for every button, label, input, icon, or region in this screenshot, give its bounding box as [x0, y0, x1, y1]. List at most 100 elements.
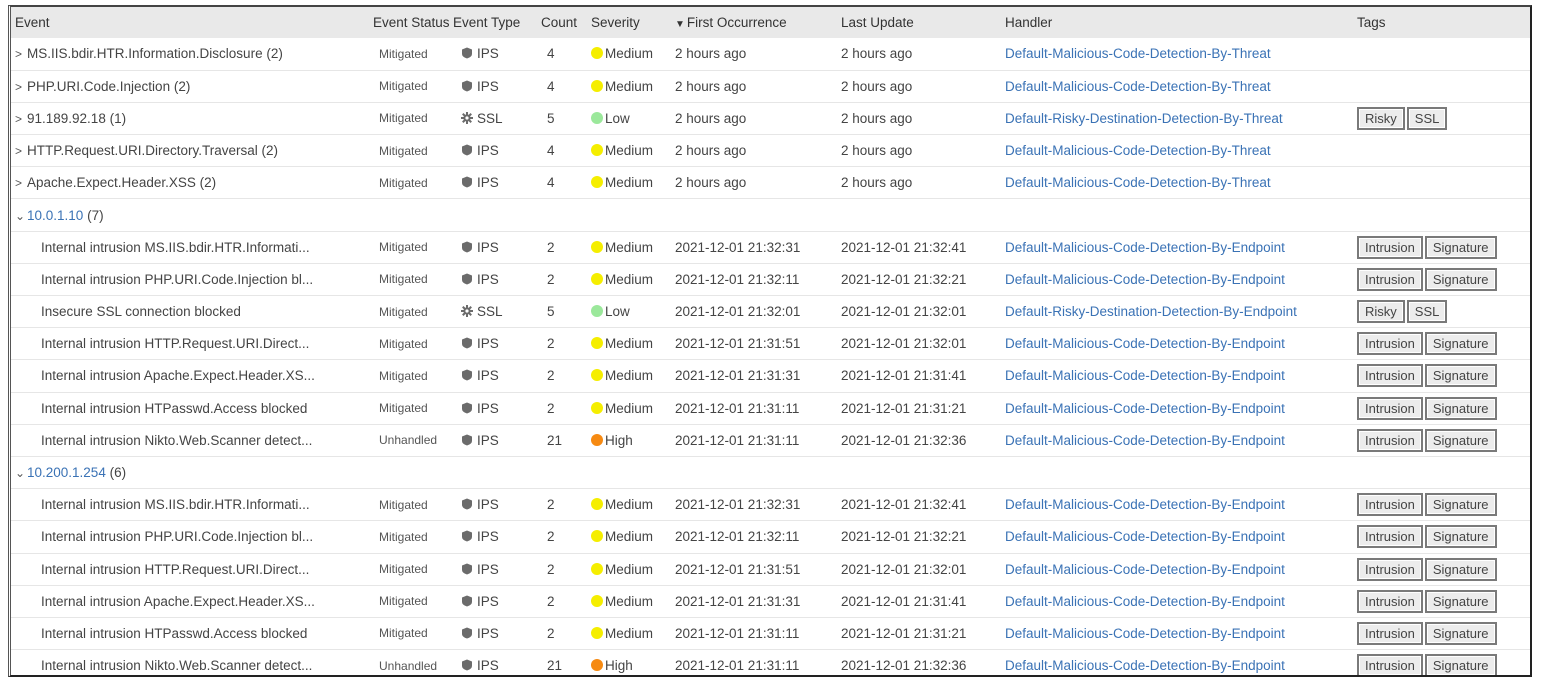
column-header-count[interactable]: Count — [537, 7, 587, 38]
column-header-last-update[interactable]: Last Update — [837, 7, 1001, 38]
handler-link[interactable]: Default-Malicious-Code-Detection-By-Thre… — [1001, 135, 1353, 167]
handler-link[interactable]: Default-Malicious-Code-Detection-By-Endp… — [1001, 650, 1353, 675]
table-row[interactable]: Insecure SSL connection blocked Mitigate… — [11, 296, 1530, 328]
tag-intrusion[interactable]: Intrusion — [1357, 621, 1423, 645]
handler-link[interactable]: Default-Risky-Destination-Detection-By-T… — [1001, 102, 1353, 134]
tag-signature[interactable]: Signature — [1424, 557, 1497, 581]
event-name-cell[interactable]: Internal intrusion HTTP.Request.URI.Dire… — [11, 553, 369, 585]
column-header-handler[interactable]: Handler — [1001, 7, 1353, 38]
tag-signature[interactable]: Signature — [1424, 621, 1497, 645]
table-row[interactable]: Internal intrusion HTTP.Request.URI.Dire… — [11, 328, 1530, 360]
tag-signature[interactable]: Signature — [1424, 654, 1497, 675]
event-name-cell[interactable]: Internal intrusion PHP.URI.Code.Injectio… — [11, 263, 369, 295]
group-row[interactable]: ⌄ 10.200.1.254 (6) — [11, 456, 1530, 489]
table-row[interactable]: Internal intrusion MS.IIS.bdir.HTR.Infor… — [11, 489, 1530, 521]
event-name-cell[interactable]: Internal intrusion HTTP.Request.URI.Dire… — [11, 328, 369, 360]
event-name-cell[interactable]: Internal intrusion HTPasswd.Access block… — [11, 617, 369, 649]
tag-signature[interactable]: Signature — [1424, 589, 1497, 613]
column-header-tags[interactable]: Tags — [1353, 7, 1530, 38]
event-name-cell[interactable]: Internal intrusion Apache.Expect.Header.… — [11, 585, 369, 617]
tag-intrusion[interactable]: Intrusion — [1357, 654, 1423, 675]
event-name-cell[interactable]: > HTTP.Request.URI.Directory.Traversal (2… — [11, 135, 369, 167]
tag-signature[interactable]: Signature — [1424, 235, 1497, 259]
handler-link[interactable]: Default-Malicious-Code-Detection-By-Endp… — [1001, 585, 1353, 617]
column-header-event[interactable]: Event — [11, 7, 369, 38]
event-name-cell[interactable]: Internal intrusion PHP.URI.Code.Injectio… — [11, 521, 369, 553]
table-row[interactable]: > Apache.Expect.Header.XSS (2) Mitigated … — [11, 167, 1530, 199]
tag-signature[interactable]: Signature — [1424, 267, 1497, 291]
tag-signature[interactable]: Signature — [1424, 332, 1497, 356]
column-header-event-type[interactable]: Event Type — [449, 7, 537, 38]
column-header-severity[interactable]: Severity — [587, 7, 671, 38]
tag-intrusion[interactable]: Intrusion — [1357, 267, 1423, 291]
table-row[interactable]: Internal intrusion Nikto.Web.Scanner det… — [11, 424, 1530, 457]
tag-intrusion[interactable]: Intrusion — [1357, 235, 1423, 259]
tag-signature[interactable]: Signature — [1424, 396, 1497, 420]
tag-signature[interactable]: Signature — [1424, 525, 1497, 549]
tag-intrusion[interactable]: Intrusion — [1357, 428, 1423, 452]
table-row[interactable]: >91.189.92.18 (1) Mitigated SSL 5 Low 2 … — [11, 102, 1530, 135]
chevron-right-icon[interactable]: > — [15, 80, 25, 94]
table-row[interactable]: > PHP.URI.Code.Injection (2) Mitigated IP… — [11, 70, 1530, 103]
handler-link[interactable]: Default-Malicious-Code-Detection-By-Endp… — [1001, 231, 1353, 263]
chevron-down-icon[interactable]: ⌄ — [15, 209, 25, 223]
handler-link[interactable]: Default-Malicious-Code-Detection-By-Endp… — [1001, 553, 1353, 585]
table-row[interactable]: Internal intrusion PHP.URI.Code.Injectio… — [11, 263, 1530, 296]
table-row[interactable]: Internal intrusion HTPasswd.Access block… — [11, 392, 1530, 425]
event-name-cell[interactable]: Insecure SSL connection blocked — [11, 296, 369, 328]
event-name-cell[interactable]: > MS.IIS.bdir.HTR.Information.Disclosure … — [11, 38, 369, 70]
table-row[interactable]: Internal intrusion Apache.Expect.Header.… — [11, 585, 1530, 618]
chevron-right-icon[interactable]: > — [15, 144, 25, 158]
handler-link[interactable]: Default-Malicious-Code-Detection-By-Endp… — [1001, 392, 1353, 424]
event-name-cell[interactable]: Internal intrusion Apache.Expect.Header.… — [11, 360, 369, 392]
group-header[interactable]: ⌄ 10.0.1.10 (7) — [11, 199, 1530, 231]
table-row[interactable]: Internal intrusion MS.IIS.bdir.HTR.Infor… — [11, 231, 1530, 264]
tag-intrusion[interactable]: Intrusion — [1357, 396, 1423, 420]
handler-link[interactable]: Default-Malicious-Code-Detection-By-Endp… — [1001, 521, 1353, 553]
event-name-cell[interactable]: > PHP.URI.Code.Injection (2) — [11, 70, 369, 102]
group-header[interactable]: ⌄ 10.200.1.254 (6) — [11, 456, 1530, 488]
tag-intrusion[interactable]: Intrusion — [1357, 332, 1423, 356]
tag-signature[interactable]: Signature — [1424, 428, 1497, 452]
event-name-cell[interactable]: > Apache.Expect.Header.XSS (2) — [11, 167, 369, 199]
handler-link[interactable]: Default-Malicious-Code-Detection-By-Endp… — [1001, 424, 1353, 456]
tag-signature[interactable]: Signature — [1424, 493, 1497, 517]
handler-link[interactable]: Default-Malicious-Code-Detection-By-Thre… — [1001, 70, 1353, 102]
table-row[interactable]: Internal intrusion HTPasswd.Access block… — [11, 617, 1530, 650]
handler-link[interactable]: Default-Risky-Destination-Detection-By-E… — [1001, 296, 1353, 328]
tag-intrusion[interactable]: Intrusion — [1357, 557, 1423, 581]
handler-link[interactable]: Default-Malicious-Code-Detection-By-Endp… — [1001, 263, 1353, 295]
event-name-cell[interactable]: Internal intrusion HTPasswd.Access block… — [11, 392, 369, 424]
chevron-right-icon[interactable]: > — [15, 176, 25, 190]
handler-link[interactable]: Default-Malicious-Code-Detection-By-Endp… — [1001, 360, 1353, 392]
handler-link[interactable]: Default-Malicious-Code-Detection-By-Endp… — [1001, 617, 1353, 649]
handler-link[interactable]: Default-Malicious-Code-Detection-By-Thre… — [1001, 38, 1353, 70]
chevron-right-icon[interactable]: > — [15, 47, 25, 61]
chevron-down-icon[interactable]: ⌄ — [15, 466, 25, 480]
column-header-event-status[interactable]: Event Status — [369, 7, 450, 38]
tag-intrusion[interactable]: Intrusion — [1357, 525, 1423, 549]
table-row[interactable]: > HTTP.Request.URI.Directory.Traversal (2… — [11, 135, 1530, 167]
event-name-cell[interactable]: Internal intrusion MS.IIS.bdir.HTR.Infor… — [11, 231, 369, 263]
handler-link[interactable]: Default-Malicious-Code-Detection-By-Thre… — [1001, 167, 1353, 199]
tag-intrusion[interactable]: Intrusion — [1357, 493, 1423, 517]
group-ip-link[interactable]: 10.0.1.10 — [27, 208, 83, 223]
tag-risky[interactable]: Risky — [1357, 300, 1405, 324]
table-row[interactable]: Internal intrusion Apache.Expect.Header.… — [11, 360, 1530, 393]
tag-ssl[interactable]: SSL — [1406, 106, 1448, 130]
event-name-cell[interactable]: >91.189.92.18 (1) — [11, 102, 369, 134]
handler-link[interactable]: Default-Malicious-Code-Detection-By-Endp… — [1001, 328, 1353, 360]
table-row[interactable]: > MS.IIS.bdir.HTR.Information.Disclosure … — [11, 38, 1530, 71]
tag-intrusion[interactable]: Intrusion — [1357, 364, 1423, 388]
chevron-right-icon[interactable]: > — [15, 112, 25, 126]
table-row[interactable]: Internal intrusion Nikto.Web.Scanner det… — [11, 650, 1530, 675]
event-name-cell[interactable]: Internal intrusion MS.IIS.bdir.HTR.Infor… — [11, 489, 369, 521]
column-header-first-occurrence[interactable]: ▼ First Occurrence — [671, 7, 837, 38]
handler-link[interactable]: Default-Malicious-Code-Detection-By-Endp… — [1001, 489, 1353, 521]
event-name-cell[interactable]: Internal intrusion Nikto.Web.Scanner det… — [11, 650, 369, 675]
table-row[interactable]: Internal intrusion HTTP.Request.URI.Dire… — [11, 553, 1530, 586]
tag-risky[interactable]: Risky — [1357, 106, 1405, 130]
tag-intrusion[interactable]: Intrusion — [1357, 589, 1423, 613]
table-row[interactable]: Internal intrusion PHP.URI.Code.Injectio… — [11, 521, 1530, 553]
tag-ssl[interactable]: SSL — [1406, 300, 1448, 324]
